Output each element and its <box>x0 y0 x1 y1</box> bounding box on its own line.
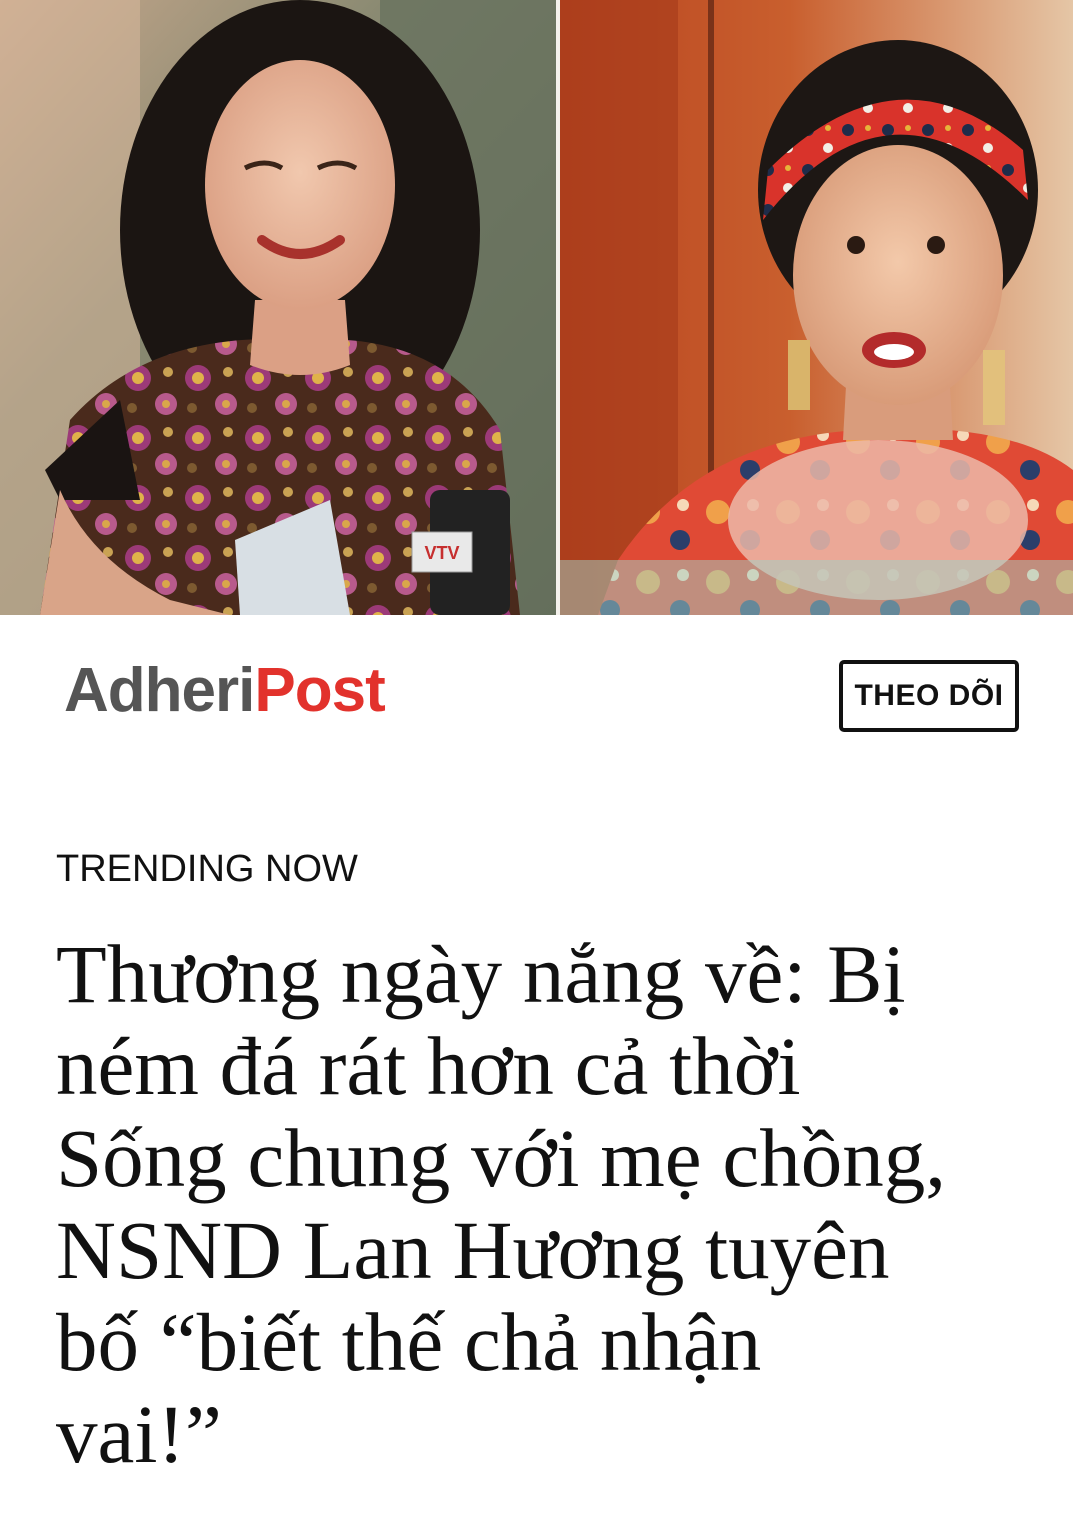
headline-line: Thương ngày nắng về: Bị <box>56 928 906 1020</box>
woman-red-headband-photo <box>558 0 1073 615</box>
logo-text-gray: Adheri <box>64 656 255 725</box>
adheripost-logo[interactable]: AdheriPost <box>64 660 386 722</box>
follow-button[interactable]: THEO DÕI <box>839 660 1019 732</box>
section-label: TRENDING NOW <box>56 848 358 890</box>
hero-divider <box>556 0 560 615</box>
hero-image-left[interactable]: VTV <box>0 0 558 615</box>
headline-line: ném đá rát hơn cả thời <box>56 1020 801 1112</box>
vtv-mic-badge: VTV <box>424 543 459 563</box>
headline-line: Sống chung với mẹ chồng, <box>56 1112 946 1204</box>
headline-line: bố “biết thế chả nhận <box>56 1296 762 1388</box>
headline-line: vai!” <box>56 1388 222 1480</box>
logo-text-red: Post <box>254 656 385 725</box>
article-headline[interactable]: Thương ngày nắng về: Bị ném đá rát hơn c… <box>56 928 1046 1480</box>
headline-line: NSND Lan Hương tuyên <box>56 1204 890 1296</box>
hero-images[interactable]: VTV <box>0 0 1073 615</box>
hero-image-right[interactable] <box>558 0 1073 615</box>
woman-floral-dress-photo: VTV <box>0 0 558 615</box>
